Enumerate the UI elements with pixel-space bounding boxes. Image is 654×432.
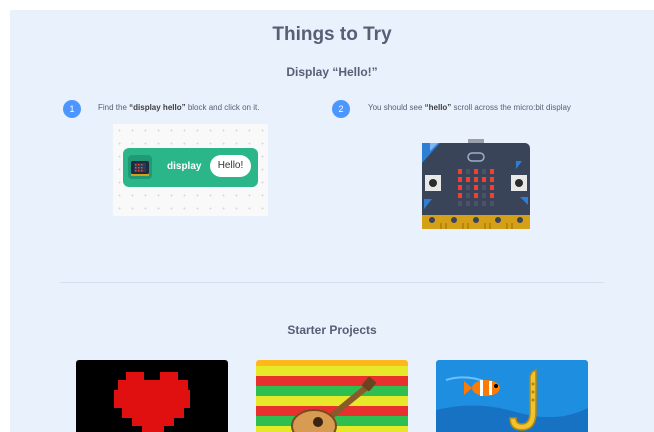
led [474, 185, 478, 190]
led [458, 201, 462, 206]
led [458, 169, 462, 174]
led [474, 193, 478, 198]
led [474, 201, 478, 206]
led [482, 201, 486, 206]
led [466, 193, 470, 198]
led [490, 169, 494, 174]
led [466, 201, 470, 206]
starter-project-card-heart[interactable] [76, 360, 228, 432]
microbit-board-image [420, 139, 532, 231]
page-title: Things to Try [272, 24, 392, 45]
led [490, 201, 494, 206]
starter-projects-title: Starter Projects [287, 323, 377, 337]
microbit-icon [128, 155, 152, 179]
fish-saxophone-icon [436, 360, 588, 432]
guitar-icon [256, 360, 408, 432]
step-1-text: Find the “display hello” block and click… [98, 103, 260, 112]
starter-project-card-guitar[interactable] [256, 360, 408, 432]
led [474, 169, 478, 174]
led [458, 177, 462, 182]
section-divider [60, 282, 604, 283]
led [490, 193, 494, 198]
block-label: display [167, 161, 202, 172]
activity-title: Display “Hello!” [286, 65, 378, 79]
led [458, 193, 462, 198]
led [490, 185, 494, 190]
led [466, 169, 470, 174]
led [482, 169, 486, 174]
display-hello-block[interactable]: display Hello! [123, 148, 258, 187]
led [482, 193, 486, 198]
block-value[interactable]: Hello! [210, 155, 251, 177]
led [482, 185, 486, 190]
heart-icon [76, 360, 228, 432]
starter-project-card-fish-saxophone[interactable] [436, 360, 588, 432]
step-2-text: You should see “hello” scroll across the… [368, 103, 571, 112]
led [458, 185, 462, 190]
led [482, 177, 486, 182]
led [466, 185, 470, 190]
led [490, 177, 494, 182]
things-to-try-panel: Things to Try Display “Hello!” 1 Find th… [10, 10, 654, 432]
led [466, 177, 470, 182]
led [474, 177, 478, 182]
step-2-number: 2 [332, 100, 350, 118]
step-1-number: 1 [63, 100, 81, 118]
